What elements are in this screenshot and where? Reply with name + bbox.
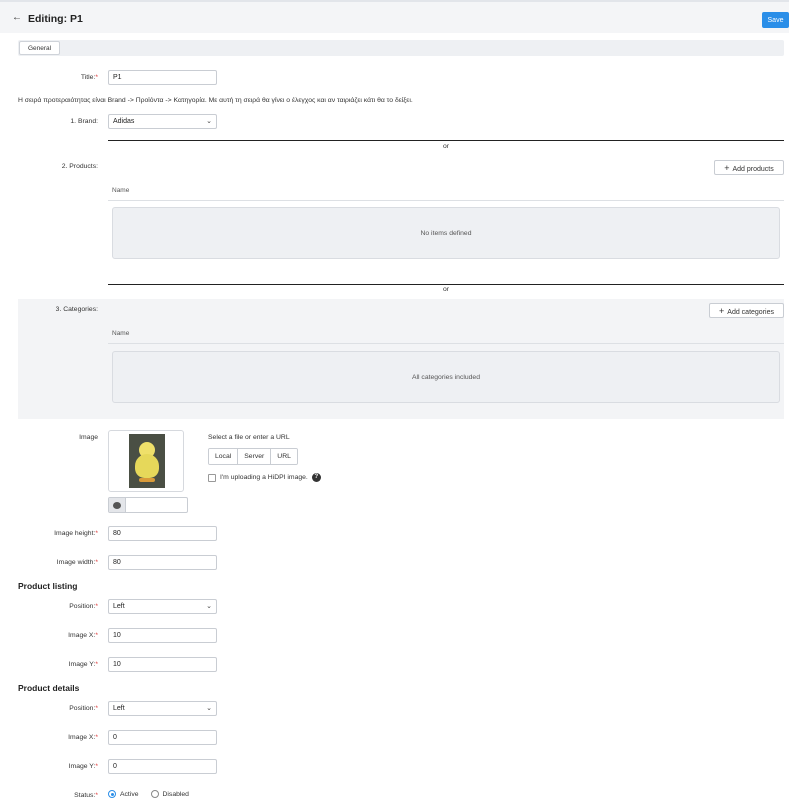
title-input[interactable] xyxy=(108,70,217,85)
required-mark: * xyxy=(95,530,98,537)
page-title: Editing: P1 xyxy=(28,13,83,25)
source-url-button[interactable]: URL xyxy=(271,449,297,464)
required-mark: * xyxy=(95,559,98,566)
brand-label: 1. Brand: xyxy=(70,118,98,125)
chevron-down-icon: ⌄ xyxy=(206,118,212,125)
details-image-x-label-text: Image X: xyxy=(68,734,96,741)
add-categories-label: Add categories xyxy=(727,308,774,316)
or-divider: or xyxy=(442,143,450,150)
title-label: Title:* xyxy=(0,74,98,81)
hidpi-checkbox[interactable] xyxy=(208,473,216,482)
chevron-down-icon: ⌄ xyxy=(206,705,212,712)
add-products-label: Add products xyxy=(732,165,774,173)
image-height-label: Image height:* xyxy=(0,530,98,537)
title-label-text: Title: xyxy=(80,74,96,81)
required-mark: * xyxy=(95,705,98,712)
details-position-value: Left xyxy=(113,705,125,712)
product-listing-heading: Product listing xyxy=(18,581,78,591)
image-width-label-text: Image width: xyxy=(56,559,96,566)
required-mark: * xyxy=(95,792,98,799)
arrow-left-icon[interactable]: ← xyxy=(12,12,24,24)
status-radio-group: Active Disabled xyxy=(108,790,201,798)
hidpi-row: I'm uploading a HiDPI image. ? xyxy=(208,473,321,482)
products-label: 2. Products: xyxy=(61,163,98,170)
priority-info-text: Η σειρά προτεραιότητας είναι Brand -> Πρ… xyxy=(18,97,413,104)
listing-position-value: Left xyxy=(113,603,125,610)
chevron-down-icon: ⌄ xyxy=(206,603,212,610)
tab-general[interactable]: General xyxy=(19,41,60,55)
categories-label: 3. Categories: xyxy=(55,306,98,313)
comment-icon xyxy=(109,498,126,512)
column-divider xyxy=(108,200,784,201)
image-alt-text-input[interactable] xyxy=(126,498,187,512)
brand-select-value: Adidas xyxy=(113,118,135,125)
source-local-button[interactable]: Local xyxy=(209,449,239,464)
source-server-button[interactable]: Server xyxy=(238,449,272,464)
image-width-input[interactable] xyxy=(108,555,217,570)
help-icon[interactable]: ? xyxy=(311,473,321,482)
products-empty-text: No items defined xyxy=(420,229,472,237)
listing-image-x-label: Image X:* xyxy=(0,632,98,639)
products-empty-state: No items defined xyxy=(112,207,780,259)
image-source-prompt: Select a file or enter a URL xyxy=(208,434,290,441)
hidpi-label: I'm uploading a HiDPI image. xyxy=(220,474,308,481)
duck-body xyxy=(135,454,159,478)
details-image-x-input[interactable] xyxy=(108,730,217,745)
required-mark: * xyxy=(95,74,98,81)
status-disabled-label: Disabled xyxy=(162,790,189,798)
listing-image-x-input[interactable] xyxy=(108,628,217,643)
image-alt-text-group xyxy=(108,497,188,513)
details-image-y-label-text: Image Y: xyxy=(68,763,96,770)
required-mark: * xyxy=(95,734,98,741)
separator-line xyxy=(108,284,784,285)
required-mark: * xyxy=(95,632,98,639)
details-image-y-input[interactable] xyxy=(108,759,217,774)
listing-position-label-text: Position: xyxy=(69,603,96,610)
image-source-buttons: Local Server URL xyxy=(208,448,298,465)
product-details-heading: Product details xyxy=(18,683,80,693)
listing-image-x-label-text: Image X: xyxy=(68,632,96,639)
status-disabled-radio[interactable] xyxy=(150,790,159,798)
image-label: Image xyxy=(79,434,98,441)
column-divider xyxy=(108,343,784,344)
listing-image-y-label-text: Image Y: xyxy=(68,661,96,668)
products-column-name: Name xyxy=(112,187,130,194)
required-mark: * xyxy=(95,603,98,610)
brand-select[interactable]: Adidas ⌄ xyxy=(108,114,217,129)
save-button[interactable]: Save xyxy=(762,12,789,28)
status-label: Status:* xyxy=(0,792,98,799)
required-mark: * xyxy=(95,763,98,770)
top-bar: ← Editing: P1 Save xyxy=(0,0,789,33)
status-label-text: Status: xyxy=(74,792,96,799)
required-mark: * xyxy=(95,661,98,668)
image-width-label: Image width:* xyxy=(0,559,98,566)
categories-empty-state: All categories included xyxy=(112,351,780,403)
plus-icon: + xyxy=(724,162,730,173)
categories-empty-text: All categories included xyxy=(411,373,480,381)
duckling-image xyxy=(129,434,165,488)
details-position-label-text: Position: xyxy=(69,705,96,712)
listing-image-y-input[interactable] xyxy=(108,657,217,672)
image-height-input[interactable] xyxy=(108,526,217,541)
image-preview[interactable] xyxy=(108,430,184,492)
details-position-select[interactable]: Left ⌄ xyxy=(108,701,217,716)
tab-strip: General xyxy=(18,40,784,56)
image-height-label-text: Image height: xyxy=(54,530,96,537)
separator-line xyxy=(108,140,784,141)
add-categories-button[interactable]: + Add categories xyxy=(709,303,784,318)
add-products-button[interactable]: + Add products xyxy=(714,160,784,175)
listing-image-y-label: Image Y:* xyxy=(0,661,98,668)
or-divider: or xyxy=(442,286,450,293)
details-position-label: Position:* xyxy=(0,705,98,712)
duck-feet xyxy=(139,478,155,482)
details-image-x-label: Image X:* xyxy=(0,734,98,741)
details-image-y-label: Image Y:* xyxy=(0,763,98,770)
plus-icon: + xyxy=(719,305,725,316)
listing-position-label: Position:* xyxy=(0,603,98,610)
status-active-label: Active xyxy=(120,790,139,798)
listing-position-select[interactable]: Left ⌄ xyxy=(108,599,217,614)
status-active-radio[interactable] xyxy=(108,790,116,798)
categories-column-name: Name xyxy=(112,330,130,337)
